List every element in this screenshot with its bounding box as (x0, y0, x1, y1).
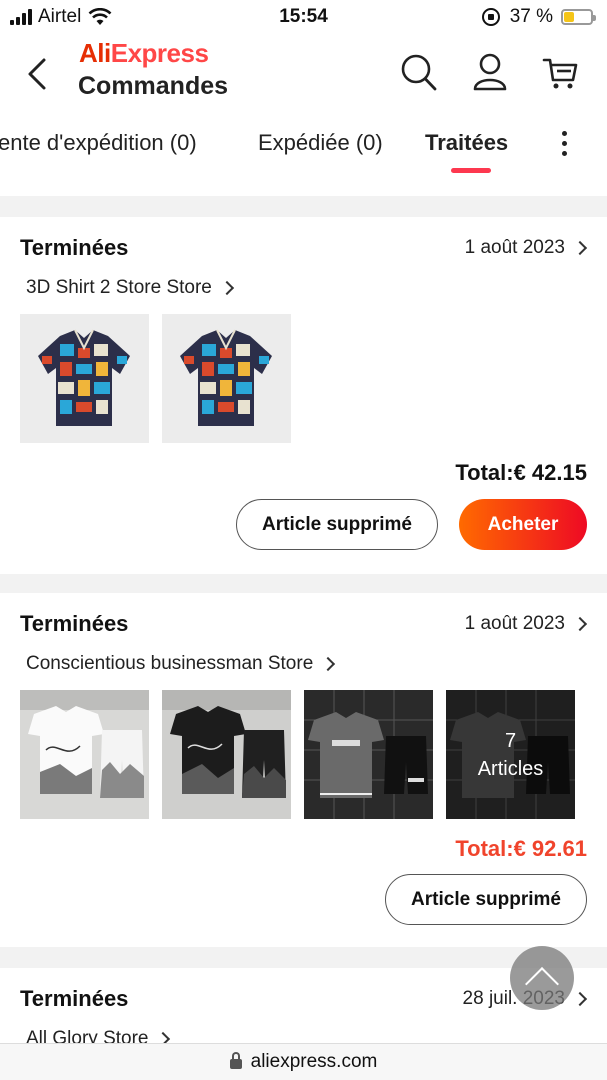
chevron-right-icon (321, 656, 336, 672)
order-total: Total:€ 92.61 (455, 836, 587, 861)
product-image[interactable] (162, 690, 291, 819)
tab-awaiting-shipment[interactable]: ente d'expédition (0) (0, 130, 197, 156)
patterned-shirt-image (20, 314, 149, 443)
order-status: Terminées (20, 235, 129, 260)
scroll-to-top-button[interactable] (510, 946, 574, 1010)
store-link[interactable]: Conscientious businessman Store (26, 653, 336, 675)
account-icon[interactable] (470, 52, 510, 92)
more-items-thumbnail[interactable]: 7 Articles (446, 690, 575, 819)
status-bar: Airtel 15:54 37 % (0, 0, 607, 34)
chevron-right-icon (572, 616, 588, 632)
more-items-overlay: 7 Articles (446, 690, 575, 819)
url-text: aliexpress.com (250, 1051, 378, 1072)
battery-percent: 37 % (509, 6, 553, 27)
order-date-link[interactable]: 1 août 2023 (465, 237, 588, 259)
order-card: Terminées 1 août 2023 3D Shirt 2 Store S… (0, 217, 607, 574)
more-options-icon[interactable] (552, 126, 576, 166)
patterned-shirt-image (162, 314, 291, 443)
product-image[interactable] (20, 690, 149, 819)
chevron-right-icon (572, 991, 588, 1007)
product-image[interactable] (162, 314, 291, 443)
search-icon[interactable] (398, 52, 438, 92)
page-title: Commandes (78, 72, 229, 100)
order-date-link[interactable]: 1 août 2023 (465, 613, 588, 635)
store-link[interactable]: 3D Shirt 2 Store Store (26, 277, 234, 299)
back-arrow-icon[interactable] (24, 54, 54, 94)
order-tabs: ente d'expédition (0) Expédiée (0) Trait… (0, 104, 607, 196)
aliexpress-logo: AliExpress (79, 38, 209, 68)
product-image[interactable] (304, 690, 433, 819)
active-tab-indicator (451, 168, 491, 173)
more-items-label: Articles (477, 757, 544, 780)
tab-shipped[interactable]: Expédiée (0) (258, 130, 383, 156)
order-status: Terminées (20, 986, 129, 1011)
chevron-right-icon (572, 240, 588, 256)
deleted-item-button[interactable]: Article supprimé (385, 874, 587, 925)
white-outfit-image (20, 690, 149, 819)
order-status: Terminées (20, 611, 129, 636)
battery-icon (561, 9, 596, 25)
chevron-right-icon (219, 280, 234, 296)
order-card: Terminées 1 août 2023 Conscientious busi… (0, 593, 607, 947)
product-image[interactable] (20, 314, 149, 443)
order-total: Total:€ 42.15 (455, 460, 587, 485)
cart-icon[interactable] (541, 52, 581, 92)
buy-again-button[interactable]: Acheter (459, 499, 587, 550)
browser-url-bar[interactable]: aliexpress.com (0, 1043, 607, 1080)
app-header: AliExpress Commandes (0, 34, 607, 104)
lock-icon (229, 1052, 242, 1069)
black-outfit-image (162, 690, 291, 819)
grey-outfit-image (304, 690, 433, 819)
more-items-count: 7 (504, 729, 517, 752)
rotation-lock-icon (481, 8, 500, 26)
tab-processed[interactable]: Traitées (425, 130, 508, 156)
deleted-item-button[interactable]: Article supprimé (236, 499, 438, 550)
